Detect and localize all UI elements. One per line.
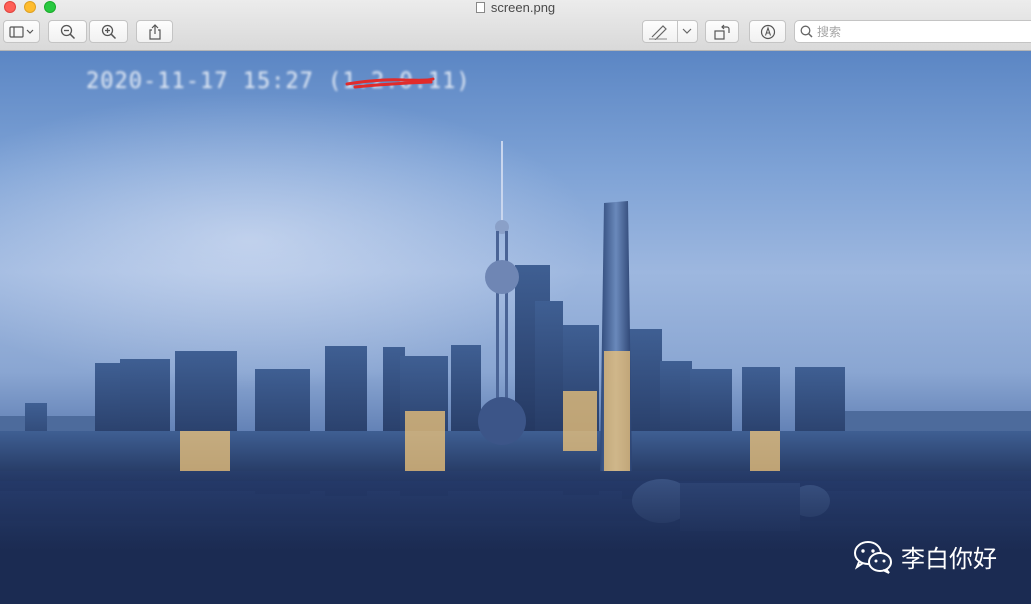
sidebar-toggle-button[interactable]	[3, 20, 40, 43]
image-viewer: 2020-11-17 15:27 (1.2.0.11) 李白你好	[0, 51, 1031, 604]
pen-icon	[649, 24, 667, 40]
chevron-down-icon[interactable]	[682, 28, 692, 35]
watermark: 李白你好	[853, 539, 997, 574]
annotate-button[interactable]	[749, 20, 786, 43]
zoom-out-button[interactable]	[48, 20, 87, 43]
zoom-out-icon	[60, 24, 75, 39]
wechat-icon	[854, 540, 892, 574]
share-button[interactable]	[136, 20, 173, 43]
search-field[interactable]	[794, 20, 1031, 43]
document-icon	[475, 2, 485, 13]
search-input[interactable]	[817, 23, 1017, 40]
toolbar: screen.png	[0, 0, 1031, 51]
sidebar-icon	[8, 25, 33, 38]
markup-circle-icon	[760, 24, 775, 39]
share-icon	[148, 23, 161, 40]
rotate-icon	[714, 24, 730, 40]
zoom-in-button[interactable]	[89, 20, 128, 43]
window-title-text: screen.png	[490, 0, 556, 15]
markup-button[interactable]	[642, 20, 698, 43]
watermark-text: 李白你好	[901, 545, 997, 573]
search-icon	[800, 25, 813, 38]
zoom-in-icon	[101, 24, 116, 39]
rotate-button[interactable]	[705, 20, 739, 43]
window-title: screen.png	[0, 0, 1031, 15]
red-scribble-mark	[345, 77, 435, 89]
